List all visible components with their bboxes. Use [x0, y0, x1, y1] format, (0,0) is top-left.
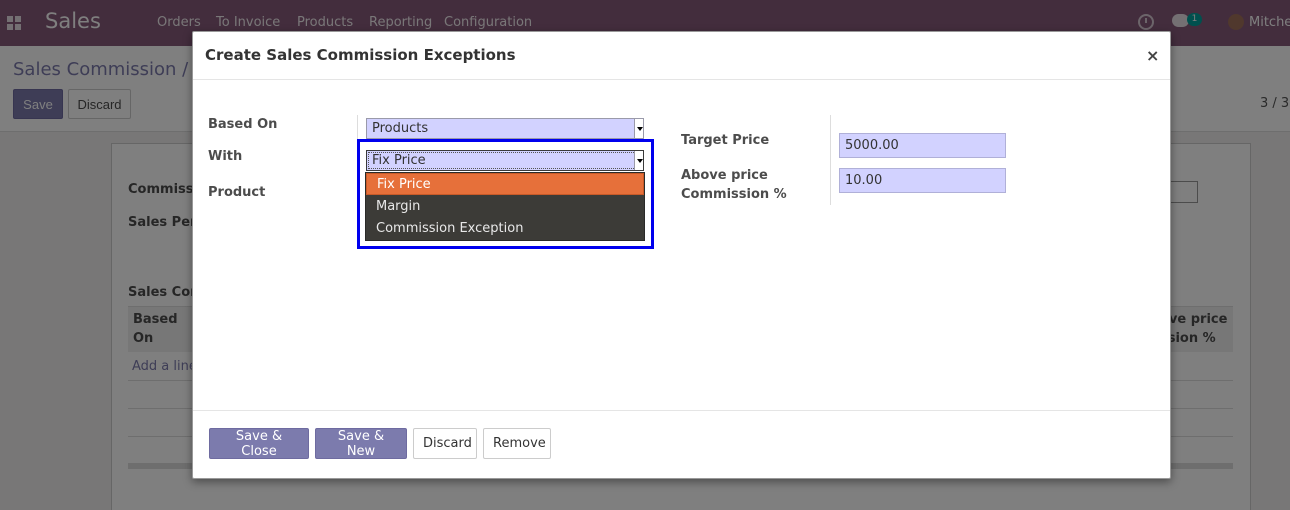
product-label: Product — [208, 185, 266, 200]
based-on-label: Based On — [208, 117, 278, 132]
above-price-label-line1: Above price — [681, 168, 768, 183]
based-on-value: Products — [372, 121, 429, 136]
modal-footer: Save & Close Save & New Discard Remove — [193, 410, 1170, 478]
chevron-down-icon — [634, 119, 643, 138]
modal-title: Create Sales Commission Exceptions — [205, 46, 516, 64]
above-price-commission-input[interactable]: 10.00 — [839, 168, 1006, 193]
save-close-button[interactable]: Save & Close — [209, 428, 309, 459]
discard-button[interactable]: Discard — [413, 428, 477, 459]
target-price-input[interactable]: 5000.00 — [839, 133, 1006, 158]
with-label: With — [208, 149, 243, 164]
above-price-label-line2: Commission % — [681, 187, 787, 202]
remove-button[interactable]: Remove — [483, 428, 551, 459]
based-on-select[interactable]: Products — [366, 118, 644, 139]
save-new-button[interactable]: Save & New — [315, 428, 407, 459]
target-price-label: Target Price — [681, 133, 770, 148]
modal-header: Create Sales Commission Exceptions × — [193, 32, 1170, 80]
highlight-annotation — [357, 139, 654, 249]
create-exception-dialog: Create Sales Commission Exceptions × Sav… — [192, 31, 1171, 479]
close-icon[interactable]: × — [1146, 46, 1159, 65]
field-separator — [830, 115, 831, 205]
